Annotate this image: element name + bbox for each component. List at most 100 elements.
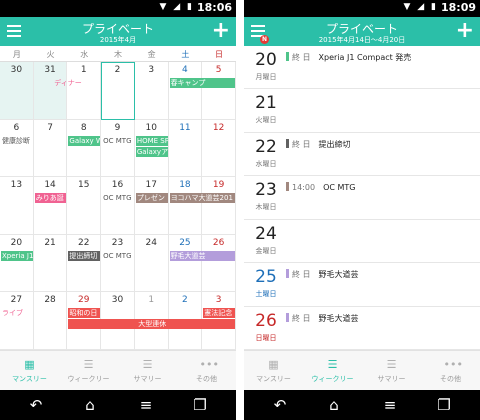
- weekday-label: 水曜日: [255, 159, 277, 168]
- menu-icon[interactable]: ≡: [136, 396, 156, 414]
- day-cell[interactable]: 20: [0, 234, 34, 293]
- summary-icon: ☰: [386, 358, 397, 371]
- day-cell[interactable]: 13: [0, 177, 34, 235]
- event-title: 野毛大道芸: [318, 313, 359, 323]
- recent-apps-icon[interactable]: ❐: [190, 396, 210, 414]
- system-nav-bar: ↶ ⌂ ≡ ❐: [244, 390, 480, 420]
- day-cell[interactable]: 7: [33, 119, 68, 178]
- day-cell[interactable]: 22: [67, 234, 102, 293]
- calendar-event[interactable]: プレゼン: [135, 193, 168, 204]
- day-cell[interactable]: 18: [168, 177, 203, 235]
- day-cell[interactable]: 21: [33, 234, 68, 293]
- calendar-event[interactable]: 野毛大道芸: [169, 250, 235, 261]
- calendar-event[interactable]: みりあ誕: [34, 193, 67, 204]
- status-bar: ▼ ◢ ▮ 18:09: [244, 0, 480, 17]
- calendar-event[interactable]: 提出締切: [68, 250, 101, 261]
- day-cell[interactable]: 30: [0, 62, 34, 120]
- day-cell[interactable]: 8: [67, 119, 102, 178]
- day-cell[interactable]: 2: [101, 62, 135, 120]
- day-cell[interactable]: 23: [101, 234, 135, 293]
- day-cell[interactable]: 24: [134, 234, 169, 293]
- day-cell[interactable]: 11: [168, 119, 203, 178]
- day-cell[interactable]: 31: [33, 62, 68, 120]
- screenshot-divider: [236, 0, 244, 420]
- event-color-bar: [286, 138, 289, 148]
- calendar-event[interactable]: 昭和の日: [68, 308, 101, 319]
- day-cell[interactable]: 17: [134, 177, 169, 235]
- calendar-event[interactable]: HOME SP: [135, 135, 168, 146]
- day-number: 19: [212, 180, 225, 191]
- calendar-event[interactable]: Galaxyア: [135, 146, 168, 157]
- event-title: 野毛大道芸: [318, 270, 359, 280]
- calendar-event[interactable]: OC MTG: [102, 136, 134, 146]
- tab-monthly[interactable]: ▦ マンスリー: [244, 351, 303, 391]
- home-icon[interactable]: ⌂: [324, 396, 344, 414]
- tab-other[interactable]: ••• その他: [177, 351, 236, 391]
- day-row[interactable]: 25 土曜日 終 日野毛大道芸: [244, 263, 480, 307]
- day-cell[interactable]: 25: [168, 234, 203, 293]
- signal-icons: ▼ ◢ ▮: [159, 2, 194, 12]
- day-row[interactable]: 22 水曜日終 日提出締切: [244, 133, 480, 177]
- month-subtitle: 2015年4月: [99, 36, 137, 44]
- month-grid: 30 31 1 2 3 4 5 6 7 8 9 10 11 12 13 14 15 16 17 18 19 20 21 22 2…: [0, 62, 236, 350]
- day-cell[interactable]: 15: [67, 177, 102, 235]
- day-row[interactable]: 20 月曜日 終 日 Xperia J1 Compact 発売: [244, 46, 480, 90]
- day-row[interactable]: 24 金曜日: [244, 220, 480, 264]
- calendar-event[interactable]: Xperia J1: [1, 250, 33, 261]
- calendar-event[interactable]: 健康診断: [1, 136, 33, 146]
- day-event[interactable]: 終 日野毛大道芸: [286, 269, 359, 280]
- day-event[interactable]: 終 日野毛大道芸: [286, 312, 359, 324]
- day-row[interactable]: 26 日曜日終 日野毛大道芸: [244, 307, 480, 350]
- tab-summary[interactable]: ☰ サマリー: [118, 351, 177, 391]
- tab-weekly[interactable]: ☰ ウィークリー: [303, 351, 362, 391]
- day-row[interactable]: 23 木曜日 14:00 OC MTG: [244, 176, 480, 220]
- summary-icon: ☰: [142, 358, 153, 371]
- more-icon: •••: [199, 358, 219, 371]
- day-cell[interactable]: 28: [33, 292, 68, 350]
- back-icon[interactable]: ↶: [270, 396, 290, 414]
- back-icon[interactable]: ↶: [26, 396, 46, 414]
- day-number: 4: [182, 65, 188, 75]
- day-event[interactable]: 終 日 Xperia J1 Compact 発売: [286, 52, 411, 63]
- day-cell[interactable]: 6: [0, 119, 34, 178]
- day-number: 1: [148, 295, 155, 306]
- day-cell[interactable]: 16: [101, 177, 135, 235]
- calendar-event[interactable]: OC MTG: [102, 193, 134, 203]
- tab-summary[interactable]: ☰ サマリー: [362, 351, 421, 391]
- add-event-button[interactable]: +: [456, 19, 474, 43]
- day-cell[interactable]: 9: [101, 119, 135, 178]
- menu-icon[interactable]: ≡: [380, 396, 400, 414]
- weekday-wed: 水: [80, 50, 89, 59]
- calendar-event[interactable]: Galaxy W: [68, 135, 101, 146]
- day-cell[interactable]: 3: [134, 62, 169, 120]
- day-cell[interactable]: 27: [0, 292, 34, 350]
- day-event[interactable]: 14:00 OC MTG: [286, 182, 355, 192]
- add-event-button[interactable]: +: [212, 19, 230, 43]
- tab-weekly[interactable]: ☰ ウィークリー: [59, 351, 118, 391]
- calendar-event[interactable]: ライブ: [1, 308, 33, 318]
- day-number: 2: [182, 295, 188, 306]
- tab-monthly[interactable]: ▦ マンスリー: [0, 351, 59, 391]
- day-cell[interactable]: 14: [33, 177, 68, 235]
- day-cell[interactable]: 4: [168, 62, 203, 120]
- calendar-event[interactable]: OC MTG: [102, 251, 134, 261]
- day-row[interactable]: 21 火曜日: [244, 89, 480, 133]
- day-cell[interactable]: 1: [67, 62, 102, 120]
- home-icon[interactable]: ⌂: [80, 396, 100, 414]
- calendar-event[interactable]: ヨコハマ大道芸201: [169, 193, 235, 204]
- day-event[interactable]: 終 日提出締切: [286, 138, 351, 150]
- day-cell[interactable]: 19: [202, 177, 236, 235]
- day-number: 14: [44, 180, 56, 191]
- calendar-event[interactable]: 大型連休: [68, 319, 235, 330]
- tab-other[interactable]: ••• その他: [421, 351, 480, 391]
- week-subtitle: 2015年4月14日～4月20日: [318, 36, 406, 44]
- day-cell[interactable]: 5: [202, 62, 236, 120]
- day-number: 12: [212, 122, 225, 133]
- calendar-event[interactable]: 憲法記念: [203, 308, 235, 319]
- calendar-event[interactable]: 春キャンプ: [169, 78, 235, 88]
- calendar-event[interactable]: ディナー: [53, 78, 102, 88]
- day-cell[interactable]: 12: [202, 119, 236, 178]
- recent-apps-icon[interactable]: ❐: [434, 396, 454, 414]
- day-cell[interactable]: 26: [202, 234, 236, 293]
- day-number: 22: [78, 237, 90, 248]
